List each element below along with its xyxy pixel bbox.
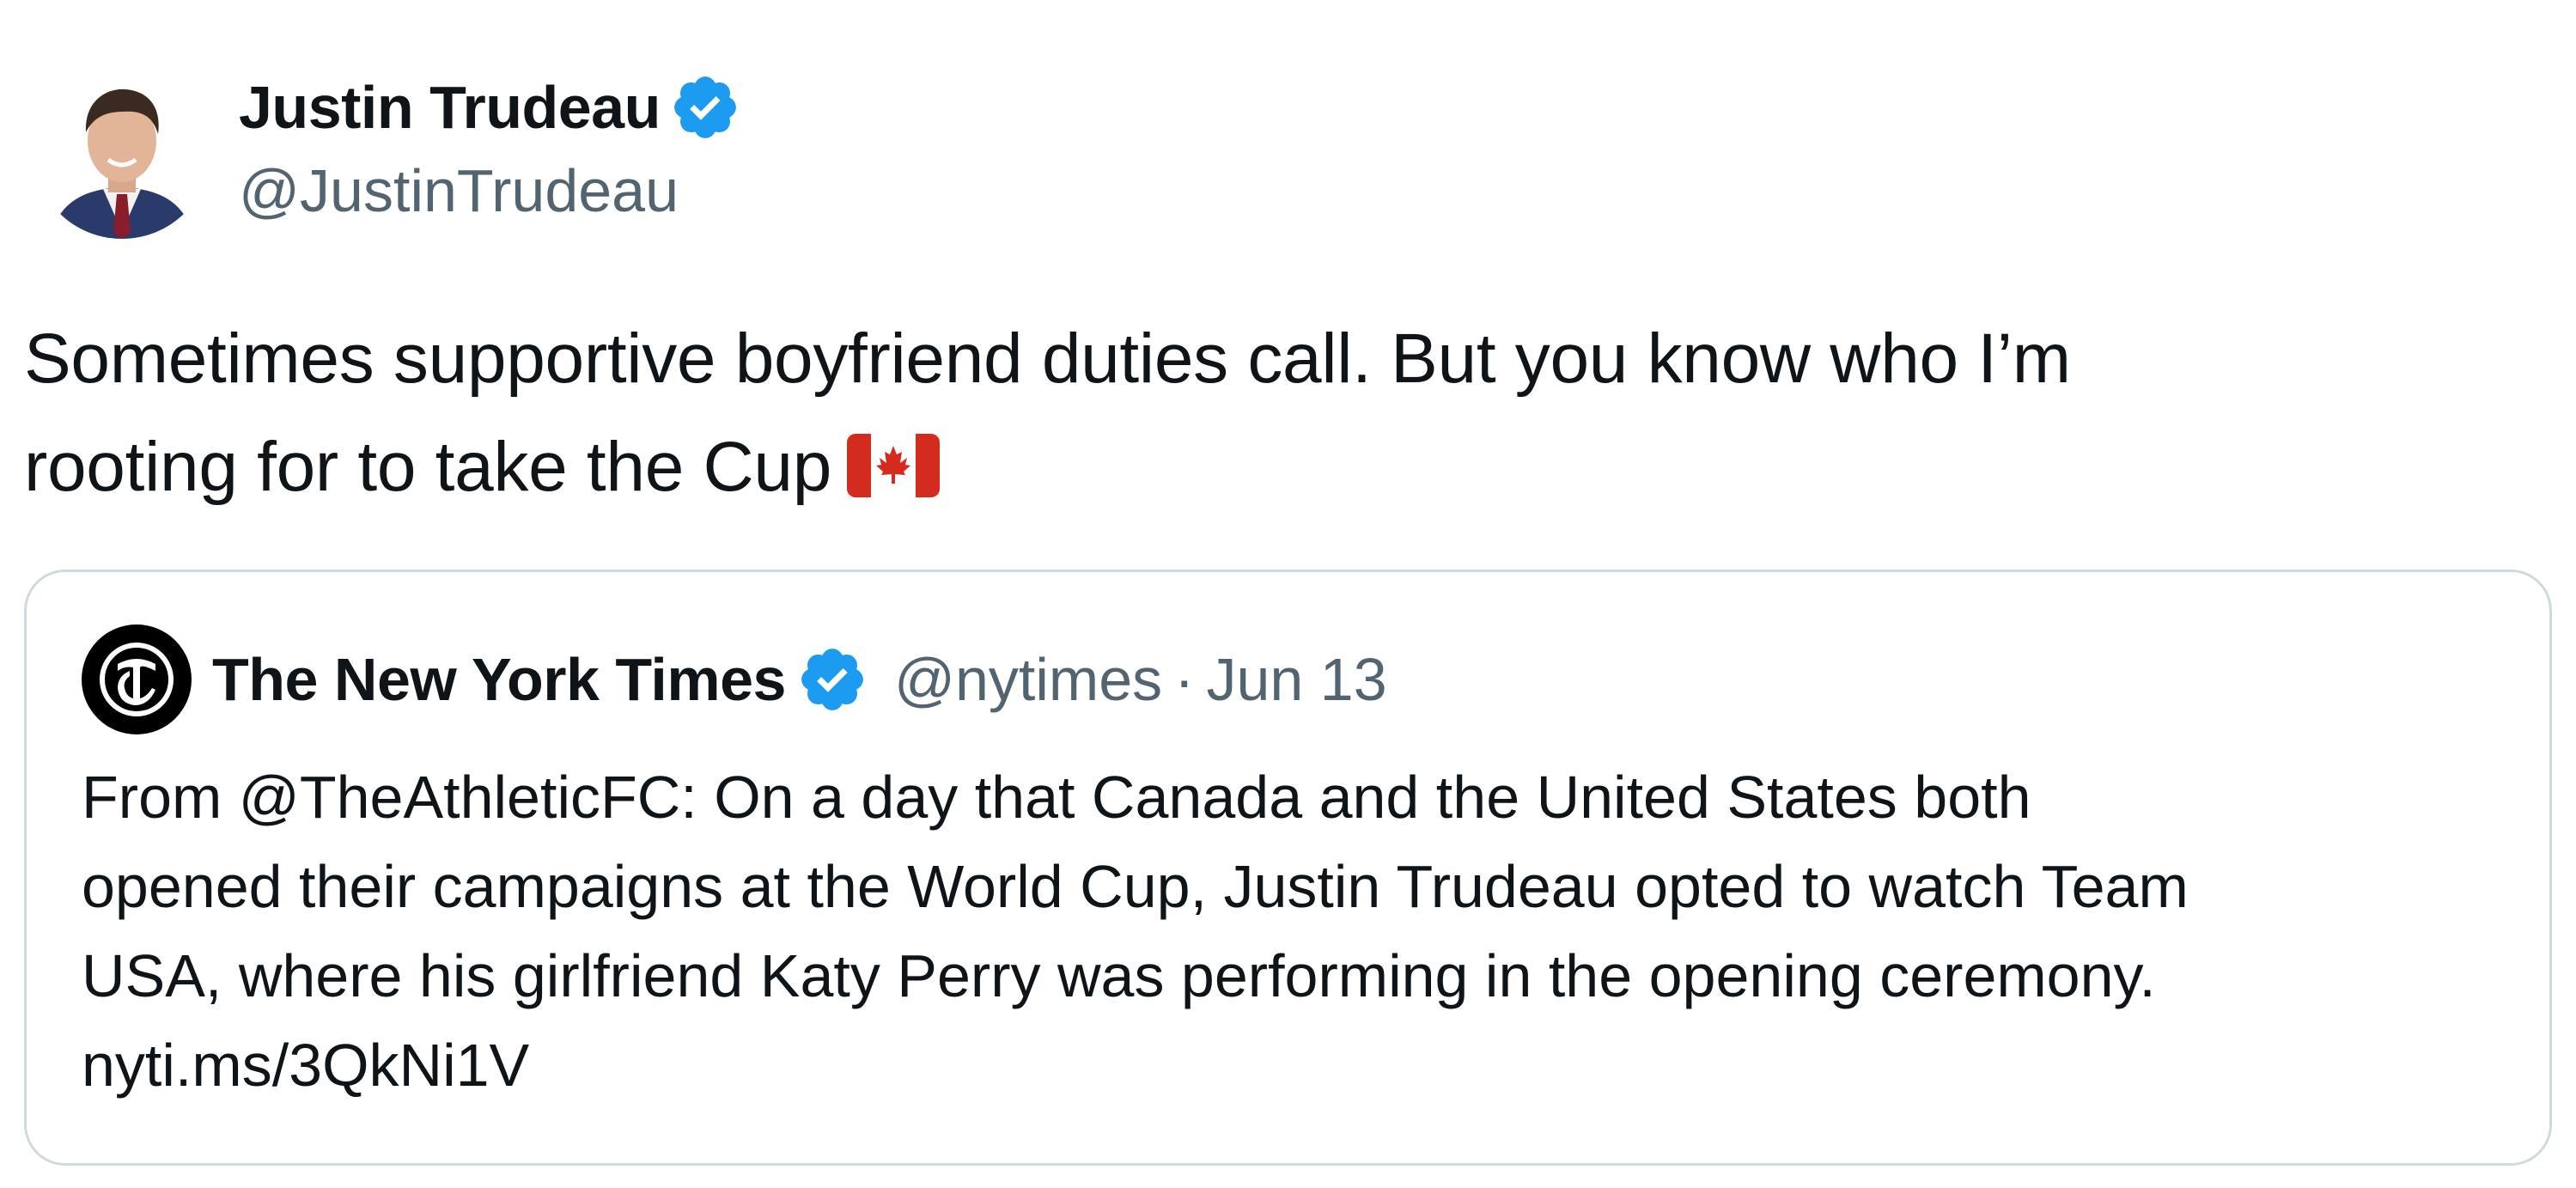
author-handle[interactable]: @JustinTrudeau: [239, 156, 679, 225]
profile-photo: [33, 60, 211, 239]
quoted-text-line: USA, where his girlfriend Katy Perry was…: [82, 942, 2156, 1009]
author-name[interactable]: Justin Trudeau: [239, 73, 661, 142]
quoted-tweet-header: The New York Times @nytimes · Jun 13: [82, 624, 1387, 735]
verified-badge-icon[interactable]: [796, 643, 868, 716]
verified-badge-icon[interactable]: [669, 71, 741, 143]
quoted-author-name[interactable]: The New York Times: [212, 645, 786, 714]
avatar[interactable]: [33, 60, 211, 239]
separator-dot: ·: [1174, 646, 1195, 713]
nyt-logo-icon[interactable]: [82, 624, 192, 734]
quoted-tweet[interactable]: The New York Times @nytimes · Jun 13 Fro…: [24, 570, 2552, 1166]
tweet-text-line: rooting for to take the Cup: [24, 428, 832, 506]
quoted-tweet-link[interactable]: nyti.ms/3QkNi1V: [82, 1020, 2521, 1110]
quoted-tweet-date[interactable]: Jun 13: [1206, 645, 1386, 714]
tweet-text-line: Sometimes supportive boyfriend duties ca…: [24, 320, 2071, 398]
author-name-row: Justin Trudeau: [239, 69, 741, 146]
canada-flag-icon: [847, 434, 941, 497]
quoted-text-line: opened their campaigns at the World Cup,…: [82, 853, 2189, 920]
quoted-author-handle[interactable]: @nytimes: [894, 645, 1162, 714]
tweet[interactable]: Justin Trudeau @JustinTrudeau Sometimes …: [0, 0, 2576, 1188]
quoted-tweet-text: From @TheAthleticFC: On a day that Canad…: [82, 752, 2521, 1110]
quoted-text-line: From @TheAthleticFC: On a day that Canad…: [82, 764, 2031, 831]
tweet-text: Sometimes supportive boyfriend duties ca…: [24, 305, 2515, 521]
